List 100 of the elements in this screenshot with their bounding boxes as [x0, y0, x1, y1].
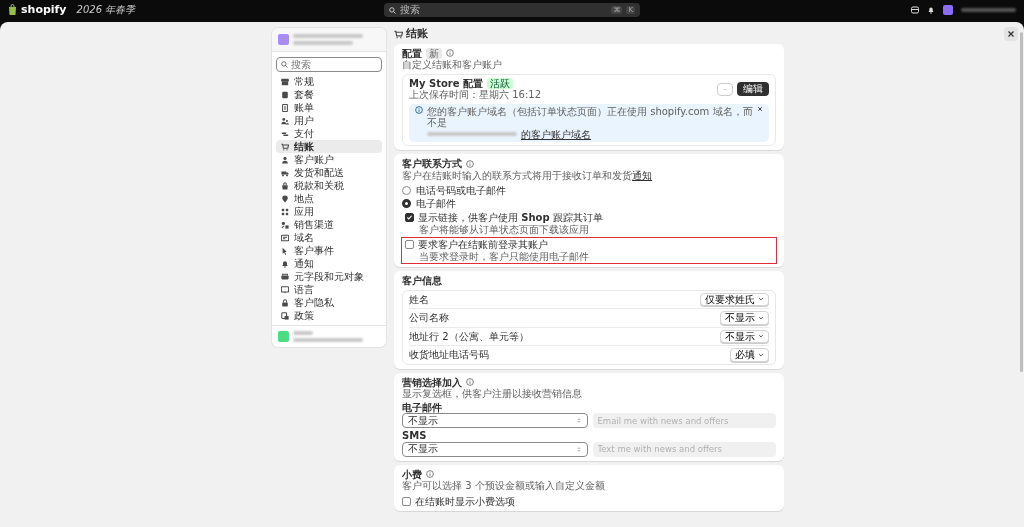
section-title: 配置 [402, 47, 422, 59]
cart-icon [281, 142, 289, 151]
domain-link[interactable]: 的客户账户域名 [521, 128, 591, 141]
sidebar-item[interactable]: 销售渠道 [276, 218, 382, 231]
close-button[interactable] [1004, 27, 1018, 41]
person-icon [281, 155, 289, 164]
field-label: SMS [402, 430, 428, 442]
check-icon [406, 214, 413, 222]
edition-label: 2026 年春季 [76, 4, 136, 16]
sidebar-item[interactable]: 用户 [276, 114, 382, 127]
checkbox-label: 显示链接，供客户使用 Shop 跟踪其订单 [418, 212, 603, 224]
grid-icon [281, 207, 289, 216]
logo-text[interactable]: shopify [21, 3, 67, 17]
radio-label: 电子邮件 [416, 197, 456, 210]
close-icon [1008, 31, 1014, 37]
checkbox-hint: 当要求登录时，客户只能使用电子邮件 [419, 250, 590, 263]
section-title: 客户信息 [402, 275, 443, 287]
bag-icon [281, 181, 289, 190]
field-label: 公司名称 [409, 312, 449, 324]
document-icon [281, 103, 289, 112]
sidebar-item[interactable]: 域名 [276, 231, 382, 244]
radio-button[interactable] [402, 198, 411, 208]
search-icon [281, 61, 288, 68]
sidebar-item[interactable]: 应用 [276, 205, 382, 218]
checkbox-hint: 客户将能够从订单状态页面下载该应用 [419, 223, 590, 236]
notification-link[interactable]: 通知 [632, 169, 652, 181]
radio-button[interactable] [402, 186, 411, 196]
sidebar-item[interactable]: 元字段和元对象 [276, 270, 382, 283]
sidebar-item[interactable]: 支付 [276, 127, 382, 140]
channels-icon [281, 220, 289, 229]
up-down-icon [575, 417, 582, 425]
pin-icon [281, 194, 289, 203]
people-icon [281, 116, 289, 125]
configuration-name: My Store 配置 [409, 77, 483, 89]
info-icon [466, 378, 474, 387]
sidebar-item[interactable]: 语言 [276, 283, 382, 296]
edit-button[interactable]: 编辑 [737, 82, 769, 96]
checkbox[interactable] [402, 496, 411, 506]
dropdown-button[interactable]: 不显示 [720, 329, 769, 344]
section-description: 显示复选框，供客户注册以接收营销信息 [402, 388, 583, 400]
dropdown-button[interactable]: 必填 [730, 348, 769, 362]
sidebar-item[interactable]: 客户账户 [276, 153, 382, 166]
info-icon [466, 159, 474, 168]
radio-label: 电话号码或电子邮件 [416, 185, 506, 197]
chevron-down-icon [758, 314, 764, 321]
sidebar-item[interactable]: 通知 [276, 257, 382, 270]
search-box[interactable]: 搜索 [276, 57, 382, 72]
field-label: 电子邮件 [402, 401, 443, 414]
dropdown-button[interactable]: 仅要求姓氏 [700, 292, 769, 307]
user-avatar [278, 331, 289, 342]
chevron-down-icon [758, 333, 764, 340]
scrollbar[interactable] [1020, 32, 1023, 372]
lock-icon [281, 298, 289, 307]
field-label: 地址行 2（公寓、单元等） [409, 330, 529, 343]
info-icon [415, 105, 423, 114]
sidebar-item[interactable]: 税款和关税 [276, 179, 382, 192]
sidebar-item[interactable]: 账单 [276, 101, 382, 114]
bell-icon [281, 259, 289, 268]
section-description: 客户可以选择 3 个预设金额或输入自定义金额 [402, 480, 606, 492]
close-icon[interactable] [757, 105, 763, 112]
sidebar-item[interactable]: 发货和配送 [276, 166, 382, 179]
search-input[interactable]: 搜索 [400, 4, 608, 16]
sidebar-item[interactable]: 客户事件 [276, 244, 382, 257]
section-title: 小费 [402, 468, 422, 481]
search-field[interactable]: 搜索 [291, 58, 377, 71]
select-field[interactable]: 不显示 [402, 413, 588, 429]
dropdown-button[interactable]: 不显示 [720, 311, 769, 325]
avatar[interactable] [943, 5, 953, 15]
redacted-text [293, 34, 363, 38]
new-badge: 新 [426, 47, 442, 60]
info-icon [446, 49, 454, 58]
sidebar-item[interactable]: 套餐 [276, 88, 382, 101]
bell-icon[interactable] [927, 6, 935, 14]
chevron-down-icon [758, 351, 764, 358]
sidebar-item[interactable]: 客户隐私 [276, 296, 382, 309]
field-label: 收货地址电话号码 [409, 349, 489, 361]
checkbox[interactable] [405, 213, 414, 223]
up-down-icon [575, 445, 582, 453]
redacted-text [293, 331, 313, 335]
cart-icon [394, 29, 403, 39]
page-title: 结账 [406, 28, 428, 41]
sidebar-item[interactable]: 政策 [276, 309, 382, 322]
checkbox-label: 要求客户在结账前登录其账户 [418, 239, 548, 251]
redacted-text [293, 41, 353, 45]
sidebar-item[interactable]: 结账 [276, 140, 382, 153]
field-label: 姓名 [409, 293, 429, 306]
section-title: 客户联系方式 [402, 158, 462, 170]
status-badge: 活跃 [487, 77, 513, 90]
sidebar-item[interactable]: 常规 [276, 75, 382, 88]
box-icon [281, 90, 289, 99]
info-icon [426, 470, 434, 479]
select-field[interactable]: 不显示 [402, 441, 588, 457]
section-title: 营销选择加入 [402, 376, 462, 389]
sidebar-item[interactable]: 地点 [276, 192, 382, 205]
checkbox[interactable] [405, 240, 414, 250]
checkbox-label: 在结账时显示小费选项 [415, 495, 515, 508]
section-description: 客户在结账时输入的联系方式将用于接收订单和发货通知 [402, 169, 653, 182]
last-saved-text: 上次保存时间：星期六 16:12 [409, 89, 541, 101]
shopping-bag-icon [8, 4, 17, 16]
chat-icon [281, 285, 289, 294]
